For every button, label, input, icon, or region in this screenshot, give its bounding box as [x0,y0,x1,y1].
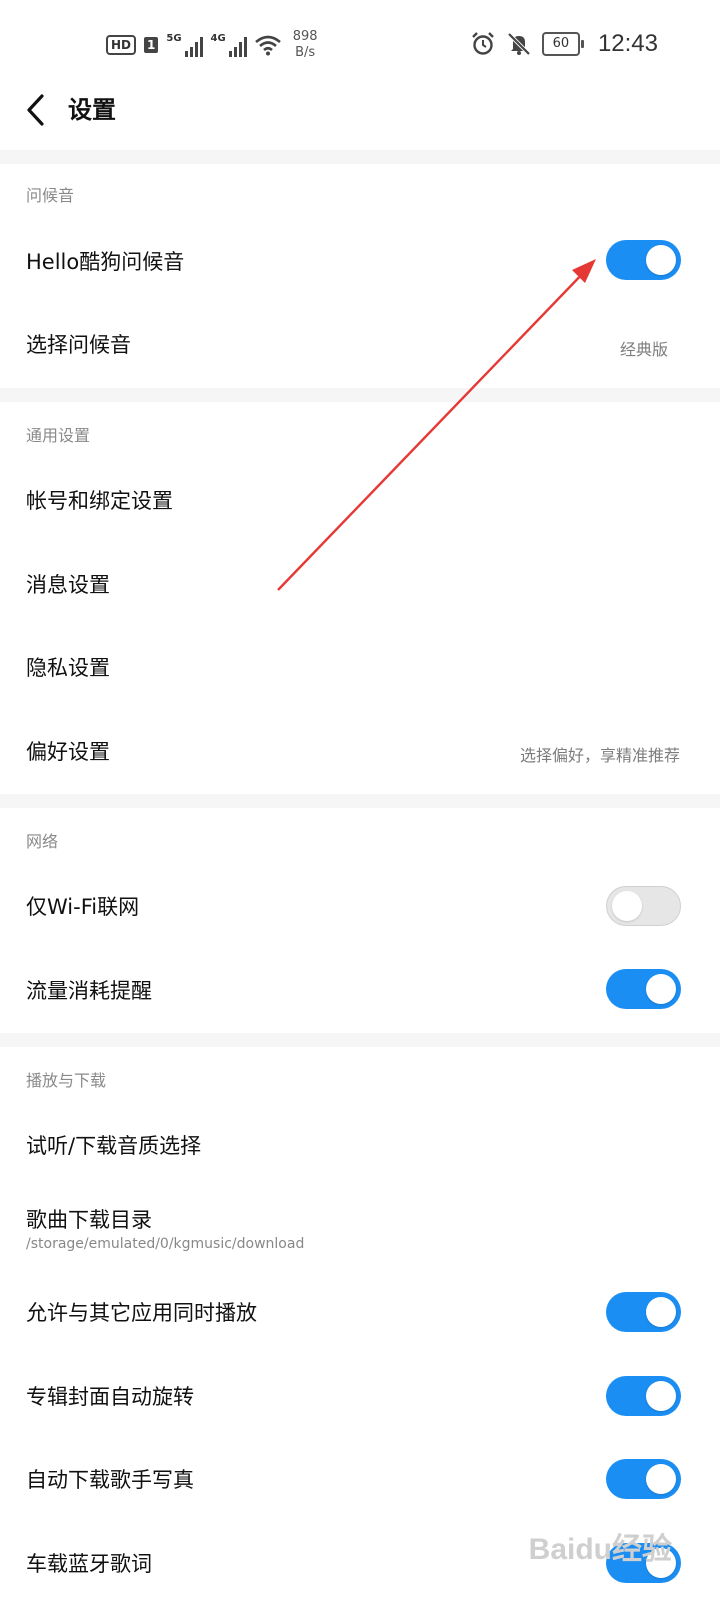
net-speed-unit: B/s [295,45,316,60]
data-reminder-label: 流量消耗提醒 [26,979,152,1003]
back-arrow-icon[interactable] [22,92,52,128]
choose-greeting-label: 选择问候音 [26,333,131,357]
wifi-only-toggle[interactable] [606,886,681,926]
auto-photo-toggle[interactable] [606,1459,681,1499]
wifi-icon [254,35,281,56]
toggle-knob [646,1381,676,1411]
wifi-only-label: 仅Wi-Fi联网 [26,895,140,919]
signal-5g-label: 5G [166,33,182,44]
silent-bell-icon [507,32,531,56]
preference-settings-value: 选择偏好，享精准推荐 [519,746,680,765]
watermark-logo: Baidu经验 [528,1533,672,1566]
section-title-general: 通用设置 [26,426,91,445]
mix-play-toggle[interactable] [606,1292,681,1332]
signal-icon-4g: 4G [211,33,247,57]
hello-greeting-label: Hello酷狗问候音 [26,250,185,274]
section-divider [0,150,720,164]
toggle-knob [646,1297,676,1327]
net-speed-value: 898 [292,29,318,44]
car-lyrics-label: 车载蓝牙歌词 [26,1552,152,1576]
section-title-playback: 播放与下载 [26,1071,107,1090]
data-reminder-toggle[interactable] [606,969,681,1009]
battery-icon: 60 [541,32,584,56]
toggle-knob [646,974,676,1004]
toggle-knob [646,245,676,275]
section-divider [0,1033,720,1047]
status-bar: HD 1 5G 4G 898 B/s 60 12:43 [0,0,720,92]
clock: 12:43 [597,30,658,57]
net-speed: 898 B/s [293,29,318,61]
message-settings-label: 消息设置 [26,573,110,597]
rotate-cover-label: 专辑封面自动旋转 [26,1385,194,1409]
status-left: HD 1 5G 4G 898 B/s [106,28,318,62]
hello-greeting-toggle[interactable] [606,240,681,280]
privacy-settings-label: 隐私设置 [26,656,110,680]
audio-quality-label: 试听/下载音质选择 [26,1134,202,1158]
preference-settings-label: 偏好设置 [26,740,110,764]
download-dir-label: 歌曲下载目录 [26,1208,152,1232]
section-divider [0,794,720,808]
status-right: 60 12:43 [470,30,658,58]
app-header: 设置 [0,92,720,152]
choose-greeting-value: 经典版 [619,340,668,359]
auto-photo-label: 自动下载歌手写真 [26,1468,194,1492]
account-binding-label: 帐号和绑定设置 [26,489,173,513]
signal-icon-5g: 5G [166,33,203,57]
signal-4g-label: 4G [210,33,226,44]
hd-icon: HD [106,35,137,55]
toggle-knob [646,1464,676,1494]
rotate-cover-toggle[interactable] [606,1376,681,1416]
mix-play-label: 允许与其它应用同时播放 [26,1301,257,1325]
section-title-greeting: 问候音 [26,186,75,205]
alarm-icon [472,32,494,55]
download-dir-path: /storage/emulated/0/kgmusic/download [26,1236,305,1252]
section-divider [0,388,720,402]
sim-icon: 1 [144,37,159,53]
section-title-network: 网络 [26,832,59,851]
toggle-knob [612,891,642,921]
page-title: 设置 [68,96,116,124]
